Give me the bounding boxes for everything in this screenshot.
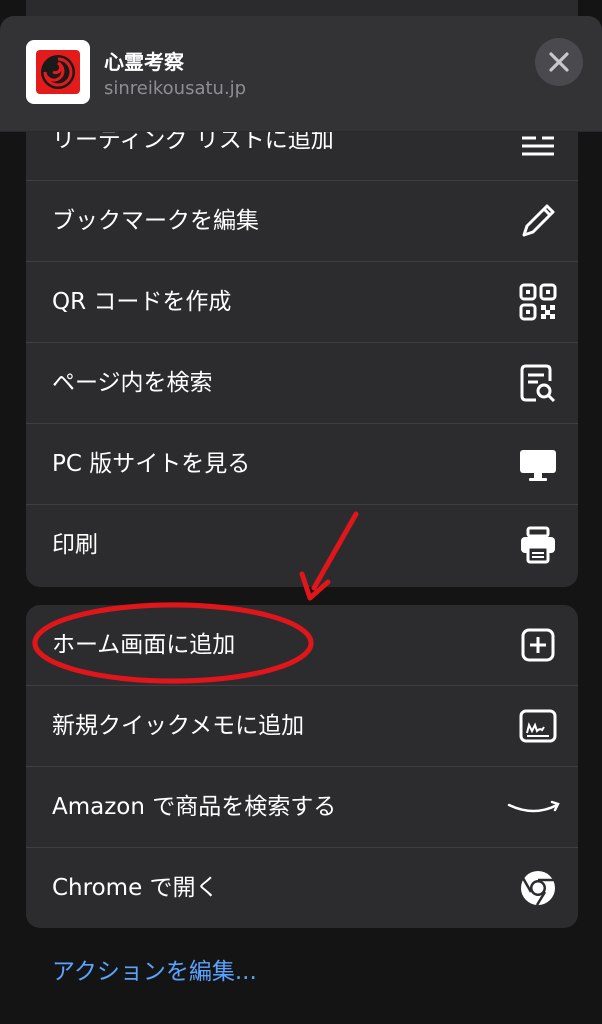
action-add-to-home-screen[interactable]: ホーム画面に追加 [26,605,578,686]
action-open-in-chrome[interactable]: Chrome で開く [26,848,578,928]
printer-icon [521,526,555,564]
action-label: ブックマークを編集 [52,208,259,234]
close-icon [549,52,569,72]
action-create-qr-code[interactable]: QR コードを作成 [26,262,578,343]
action-label: PC 版サイトを見る [52,451,251,477]
amazon-smile-icon [507,800,560,813]
find-in-page-icon [520,364,556,403]
action-label: Chrome で開く [52,875,219,901]
action-edit-bookmark[interactable]: ブックマークを編集 [26,181,578,262]
action-search-amazon[interactable]: Amazon で商品を検索する [26,767,578,848]
site-favicon [26,40,90,104]
action-group-primary: リーディング リストに追加 ブックマークを編集 QR コードを作成 ページ内を検… [26,100,578,587]
add-square-icon [521,628,555,662]
desktop-icon [520,450,556,481]
share-sheet-page: リーディング リストに追加 ブックマークを編集 QR コードを作成 ページ内を検… [0,0,602,1024]
header-divider [0,131,602,132]
action-label: Amazon で商品を検索する [52,794,337,820]
action-group-extensions: ホーム画面に追加 新規クイックメモに追加 Amazon で商品を検索する Chr… [26,605,578,928]
qr-code-icon [519,283,557,321]
action-label: 新規クイックメモに追加 [52,713,305,739]
edit-actions-link[interactable]: アクションを編集... [52,952,257,986]
action-label: 印刷 [52,532,98,558]
action-label: ページ内を検索 [52,370,213,396]
action-print[interactable]: 印刷 [26,505,578,586]
pencil-icon [522,204,555,237]
chrome-icon [521,871,555,906]
site-domain: sinreikousatu.jp [104,78,247,99]
action-request-desktop-site[interactable]: PC 版サイトを見る [26,424,578,505]
site-logo-icon [36,50,80,94]
site-title: 心霊考察 [104,50,184,74]
action-label: QR コードを作成 [52,289,232,315]
action-label: ホーム画面に追加 [52,632,236,658]
action-add-to-quick-note[interactable]: 新規クイックメモに追加 [26,686,578,767]
action-find-in-page[interactable]: ページ内を検索 [26,343,578,424]
close-button[interactable] [535,38,583,86]
share-sheet-header: 心霊考察 sinreikousatu.jp [0,16,602,132]
quick-note-icon [519,709,557,743]
